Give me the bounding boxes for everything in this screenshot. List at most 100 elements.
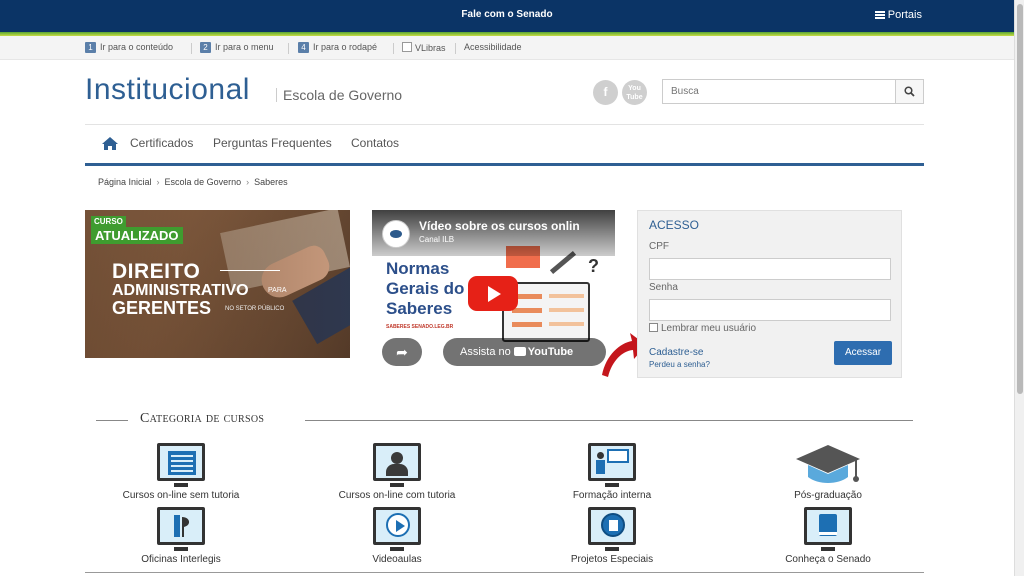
nav-item-contatos[interactable]: Contatos: [351, 136, 399, 150]
shortcut-number: 1: [85, 42, 96, 53]
scrollbar-thumb[interactable]: [1017, 4, 1023, 394]
monitor-play-icon: [373, 507, 421, 551]
course-category-sem-tutoria[interactable]: Cursos on-line sem tutoria: [81, 443, 281, 501]
graduation-cap-icon: [794, 443, 862, 487]
divider: [393, 43, 394, 54]
youtube-video-embed[interactable]: Normas Gerais do Saberes SABERES SENADO.…: [372, 210, 615, 377]
skip-to-menu-link[interactable]: 2 Ir para o menu: [200, 42, 274, 53]
video-heading-line: Gerais do: [386, 279, 465, 298]
senha-label: Senha: [649, 282, 678, 293]
watch-label: Assista no: [460, 346, 511, 358]
search-icon: [904, 86, 915, 97]
vlibras-link[interactable]: VLibras: [402, 42, 446, 53]
vlibras-label: VLibras: [415, 43, 446, 53]
watch-on-youtube-button[interactable]: Assista no YouTube: [443, 338, 606, 366]
site-subtitle: Escola de Governo: [276, 88, 402, 102]
breadcrumb: Página Inicial › Escola de Governo › Saberes: [98, 177, 288, 187]
banner-tag-big: ATUALIZADO: [91, 227, 183, 244]
share-button[interactable]: ➦: [382, 338, 422, 366]
site-title[interactable]: Institucional: [85, 73, 250, 107]
play-icon: [488, 286, 501, 302]
course-category-label: Conheça o Senado: [785, 554, 871, 565]
play-button[interactable]: [468, 276, 518, 311]
skip-to-content-link[interactable]: 1 Ir para o conteúdo: [85, 42, 173, 53]
senha-input[interactable]: [649, 299, 891, 321]
cpf-label: CPF: [649, 241, 669, 252]
course-category-label: Projetos Especiais: [570, 554, 654, 565]
course-category-conheca-senado[interactable]: Conheça o Senado: [728, 507, 928, 565]
video-heading: Normas Gerais do Saberes: [386, 259, 464, 319]
remember-me[interactable]: Lembrar meu usuário: [649, 323, 756, 334]
nav-item-perguntas[interactable]: Perguntas Frequentes: [213, 136, 332, 150]
fale-com-senado-link[interactable]: Fale com o Senado: [0, 9, 1014, 20]
accessibility-bar: 1 Ir para o conteúdo 2 Ir para o menu 4 Ir …: [0, 36, 1014, 60]
skip-to-footer-link[interactable]: 4 Ir para o rodapé: [298, 42, 377, 53]
divider: [455, 43, 456, 54]
banner-tag-small: CURSO: [91, 216, 126, 227]
banner-setor: NO SETOR PÚBLICO: [225, 306, 285, 312]
video-heading-line: Normas: [386, 259, 450, 278]
acessibilidade-link[interactable]: Acessibilidade: [464, 42, 522, 52]
monitor-document-icon: [157, 443, 205, 487]
facebook-icon[interactable]: f: [593, 80, 618, 105]
monitor-teacher-icon: [588, 443, 636, 487]
search-input[interactable]: [663, 80, 896, 103]
home-icon[interactable]: [101, 136, 119, 151]
nav-item-certificados[interactable]: Certificados: [130, 136, 193, 150]
channel-logo[interactable]: [382, 220, 410, 248]
course-category-label: Cursos on-line com tutoria: [338, 490, 456, 501]
header-divider: [85, 124, 924, 125]
shortcut-number: 4: [298, 42, 309, 53]
video-channel[interactable]: Canal ILB: [419, 235, 454, 244]
main-nav: Certificados Perguntas Frequentes Contat…: [85, 128, 924, 162]
video-heading-line: Saberes: [386, 299, 453, 318]
top-bar: Fale com o Senado Portais: [0, 0, 1014, 32]
course-category-label: Cursos on-line sem tutoria: [122, 490, 240, 501]
login-title: ACESSO: [649, 218, 700, 232]
hamburger-icon: [874, 10, 885, 21]
acessar-button[interactable]: Acessar: [834, 341, 892, 365]
login-panel: ACESSO CPF Senha Lembrar meu usuário Cad…: [637, 210, 902, 378]
youtube-logo: YouTube: [513, 338, 574, 366]
course-category-oficinas[interactable]: Oficinas Interlegis: [81, 507, 281, 565]
category-title: Categoria de cursos: [140, 411, 265, 426]
forgot-password-link[interactable]: Perdeu a senha?: [649, 360, 710, 369]
breadcrumb-separator: ›: [246, 177, 250, 187]
cadastre-link[interactable]: Cadastre-se: [649, 347, 703, 358]
remember-checkbox[interactable]: [649, 323, 658, 332]
course-category-label: Oficinas Interlegis: [141, 554, 221, 565]
vlibras-icon: [402, 42, 412, 52]
search-box: [662, 79, 924, 104]
course-category-com-tutoria[interactable]: Cursos on-line com tutoria: [297, 443, 497, 501]
divider: [288, 43, 289, 54]
course-banner[interactable]: CURSO ATUALIZADO DIREITO ADMINISTRATIVO …: [85, 210, 350, 358]
monitor-book-icon: [804, 507, 852, 551]
youtube-icon[interactable]: You Tube: [622, 80, 647, 105]
course-category-videoaulas[interactable]: Videoaulas: [297, 507, 497, 565]
youtube-label: YouTube: [527, 346, 574, 358]
breadcrumb-home[interactable]: Página Inicial: [98, 177, 152, 187]
video-small-text: SABERES SENADO.LEG.BR: [386, 324, 454, 330]
course-category-label: Pós-graduação: [794, 490, 862, 501]
cpf-input[interactable]: [649, 258, 891, 280]
monitor-list-icon: [588, 507, 636, 551]
video-title[interactable]: Vídeo sobre os cursos onlin: [419, 219, 580, 233]
breadcrumb-escola[interactable]: Escola de Governo: [165, 177, 242, 187]
skip-to-footer-label: Ir para o rodapé: [313, 42, 378, 52]
search-button[interactable]: [895, 80, 923, 103]
remember-label: Lembrar meu usuário: [661, 323, 757, 334]
skip-to-menu-label: Ir para o menu: [215, 42, 274, 52]
banner-rule: [220, 270, 280, 271]
course-category-projetos[interactable]: Projetos Especiais: [512, 507, 712, 565]
portais-menu[interactable]: Portais: [874, 9, 922, 21]
shortcut-number: 2: [200, 42, 211, 53]
course-category-pos-graduacao[interactable]: Pós-graduação: [728, 443, 928, 501]
category-rule-right: [305, 420, 913, 421]
breadcrumb-current: Saberes: [254, 177, 288, 187]
scrollbar[interactable]: [1014, 0, 1024, 576]
banner-line1: DIREITO: [112, 260, 201, 283]
divider: [191, 43, 192, 54]
course-category-formacao-interna[interactable]: Formação interna: [512, 443, 712, 501]
skip-to-content-label: Ir para o conteúdo: [100, 42, 174, 52]
portais-label: Portais: [887, 9, 922, 21]
